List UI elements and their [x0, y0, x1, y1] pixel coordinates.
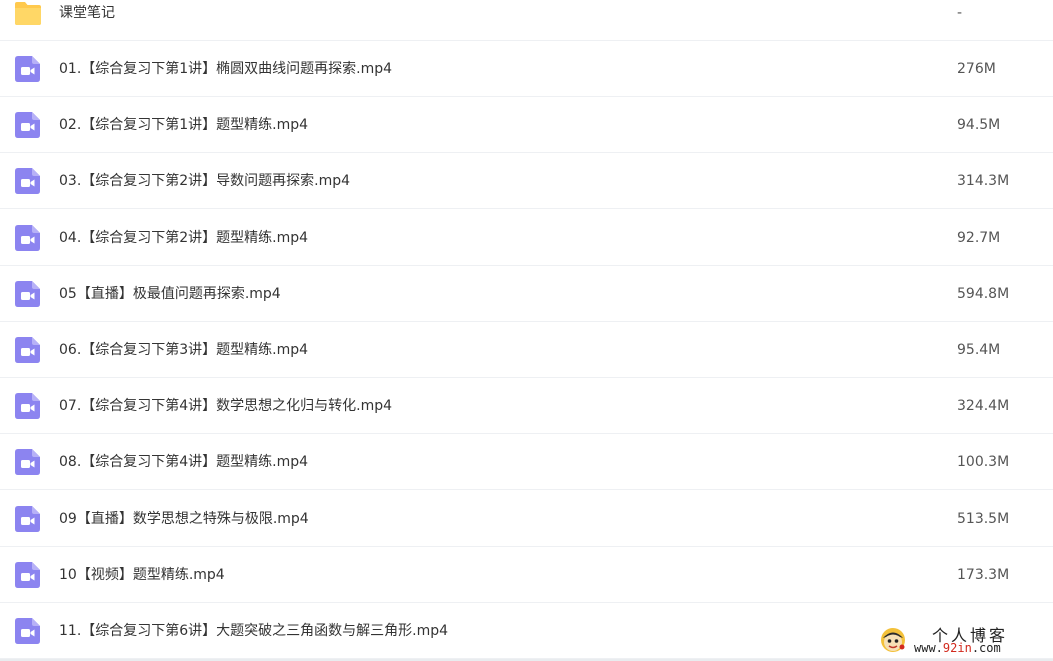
file-name[interactable]: 04.【综合复习下第2讲】题型精练.mp4: [59, 210, 308, 266]
video-file-icon: [15, 393, 40, 419]
video-file-icon: [15, 449, 40, 475]
file-size: 314.3M: [957, 173, 1010, 189]
list-item-folder[interactable]: 课堂笔记 -: [0, 0, 1053, 41]
list-item[interactable]: 06.【综合复习下第3讲】题型精练.mp4 95.4M: [0, 322, 1053, 378]
video-file-icon: [15, 281, 40, 307]
list-item[interactable]: 08.【综合复习下第4讲】题型精练.mp4 100.3M: [0, 434, 1053, 490]
list-item[interactable]: 02.【综合复习下第1讲】题型精练.mp4 94.5M: [0, 97, 1053, 153]
file-name[interactable]: 11.【综合复习下第6讲】大题突破之三角函数与解三角形.mp4: [59, 603, 448, 659]
file-size: 276M: [957, 61, 996, 77]
avatar-icon: [881, 628, 905, 652]
file-size: 95.4M: [957, 342, 1001, 358]
video-file-icon: [15, 225, 40, 251]
list-item[interactable]: 09【直播】数学思想之特殊与极限.mp4 513.5M: [0, 491, 1053, 547]
video-file-icon: [15, 506, 40, 532]
file-name[interactable]: 02.【综合复习下第1讲】题型精练.mp4: [59, 97, 308, 153]
list-item[interactable]: 03.【综合复习下第2讲】导数问题再探索.mp4 314.3M: [0, 153, 1053, 209]
watermark: 个人博客 www.92in.com: [876, 622, 1046, 658]
file-size: 100.3M: [957, 454, 1010, 470]
watermark-url: www.92in.com: [914, 641, 1001, 655]
list-item[interactable]: 04.【综合复习下第2讲】题型精练.mp4 92.7M: [0, 210, 1053, 266]
watermark-url-prefix: www.: [914, 641, 943, 655]
list-item[interactable]: 07.【综合复习下第4讲】数学思想之化归与转化.mp4 324.4M: [0, 378, 1053, 434]
file-size: -: [957, 5, 963, 21]
video-file-icon: [15, 337, 40, 363]
file-name[interactable]: 01.【综合复习下第1讲】椭圆双曲线问题再探索.mp4: [59, 41, 392, 97]
file-list: 课堂笔记 - 01.【综合复习下第1讲】椭圆双曲线问题再探索.mp4 276M 02…: [0, 0, 1053, 661]
watermark-url-accent: 92in: [942, 641, 972, 655]
file-size: 92.7M: [957, 230, 1001, 246]
list-item[interactable]: 05【直播】极最值问题再探索.mp4 594.8M: [0, 266, 1053, 322]
file-size: 324.4M: [957, 398, 1010, 414]
list-item[interactable]: 10【视频】题型精练.mp4 173.3M: [0, 547, 1053, 603]
video-file-icon: [15, 562, 40, 588]
watermark-url-suffix: .com: [971, 641, 1001, 655]
file-size: 94.5M: [957, 117, 1001, 133]
file-name[interactable]: 09【直播】数学思想之特殊与极限.mp4: [59, 491, 309, 547]
folder-icon: [15, 2, 41, 25]
file-name[interactable]: 03.【综合复习下第2讲】导数问题再探索.mp4: [59, 153, 350, 209]
video-file-icon: [15, 56, 40, 82]
video-file-icon: [15, 112, 40, 138]
file-name[interactable]: 10【视频】题型精练.mp4: [59, 547, 225, 603]
file-name[interactable]: 07.【综合复习下第4讲】数学思想之化归与转化.mp4: [59, 378, 392, 434]
file-name[interactable]: 06.【综合复习下第3讲】题型精练.mp4: [59, 322, 308, 378]
video-file-icon: [15, 168, 40, 194]
file-size: 513.5M: [957, 511, 1010, 527]
file-size: 173.3M: [957, 567, 1010, 583]
video-file-icon: [15, 618, 40, 644]
file-name[interactable]: 课堂笔记: [59, 0, 115, 41]
file-size: 594.8M: [957, 286, 1010, 302]
file-name[interactable]: 05【直播】极最值问题再探索.mp4: [59, 266, 281, 322]
list-item[interactable]: 01.【综合复习下第1讲】椭圆双曲线问题再探索.mp4 276M: [0, 41, 1053, 97]
file-name[interactable]: 08.【综合复习下第4讲】题型精练.mp4: [59, 434, 308, 490]
